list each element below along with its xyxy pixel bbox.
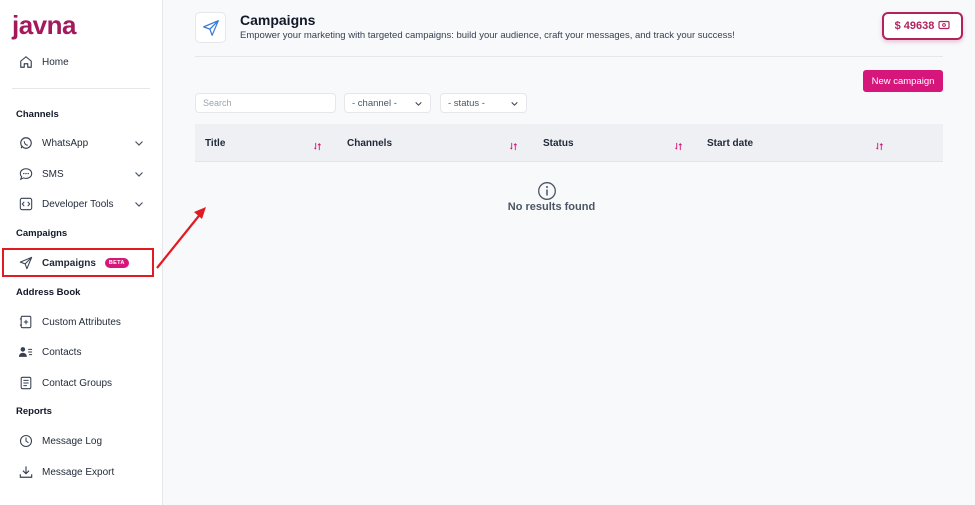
sidebar-item-sms[interactable]: SMS xyxy=(0,160,162,188)
column-header-status[interactable]: Status xyxy=(543,124,574,162)
highlight-box xyxy=(2,248,154,277)
sidebar-item-label: Home xyxy=(42,56,69,68)
custom-attributes-icon xyxy=(18,315,33,330)
table-header: Title Channels Status Start date xyxy=(195,124,943,162)
campaigns-header-icon xyxy=(195,12,226,43)
sidebar-item-label: Message Log xyxy=(42,435,103,447)
header-divider xyxy=(195,56,943,57)
sidebar-item-home[interactable]: Home xyxy=(0,48,162,76)
main-content: Campaigns Empower your marketing with ta… xyxy=(163,0,975,505)
download-icon xyxy=(18,465,33,480)
column-header-channels[interactable]: Channels xyxy=(347,124,392,162)
sms-icon xyxy=(18,167,33,182)
column-header-start-date[interactable]: Start date xyxy=(707,124,753,162)
status-select[interactable]: - status - xyxy=(440,93,527,113)
channel-select[interactable]: - channel - xyxy=(344,93,431,113)
javna-logo[interactable]: javna xyxy=(12,10,77,41)
wallet-icon xyxy=(938,20,950,33)
sidebar-item-label: SMS xyxy=(42,168,64,180)
section-title-channels: Channels xyxy=(16,109,59,120)
sidebar-item-label: Developer Tools xyxy=(42,198,114,210)
contacts-icon xyxy=(18,345,33,360)
clock-icon xyxy=(18,434,33,449)
column-header-title[interactable]: Title xyxy=(205,124,225,162)
sidebar-item-custom-attributes[interactable]: Custom Attributes xyxy=(0,308,162,336)
balance-badge[interactable]: $ 49638 xyxy=(882,12,963,40)
chevron-down-icon xyxy=(510,100,519,111)
section-title-address-book: Address Book xyxy=(16,287,81,298)
sidebar-item-label: Contact Groups xyxy=(42,377,113,389)
sort-icon[interactable] xyxy=(875,138,884,156)
sidebar: javna Home Channels WhatsApp SMS Develop… xyxy=(0,0,163,505)
contact-groups-icon xyxy=(18,376,33,391)
sidebar-item-developer-tools[interactable]: Developer Tools xyxy=(0,190,162,218)
sort-icon[interactable] xyxy=(509,138,518,156)
chevron-down-icon[interactable] xyxy=(134,169,144,182)
page-title: Campaigns xyxy=(240,12,316,28)
sort-icon[interactable] xyxy=(674,138,683,156)
sidebar-divider xyxy=(12,88,150,89)
sidebar-item-whatsapp[interactable]: WhatsApp xyxy=(0,129,162,157)
sidebar-item-message-export[interactable]: Message Export xyxy=(0,458,162,486)
status-select-value: - status - xyxy=(448,97,485,109)
sidebar-item-label: Contacts xyxy=(42,346,82,358)
page-subtitle: Empower your marketing with targeted cam… xyxy=(240,30,735,41)
home-icon xyxy=(18,55,33,70)
sidebar-item-label: WhatsApp xyxy=(42,137,89,149)
search-input[interactable] xyxy=(195,93,336,113)
chevron-down-icon[interactable] xyxy=(134,199,144,212)
whatsapp-icon xyxy=(18,136,33,151)
empty-state-text: No results found xyxy=(507,201,596,213)
sidebar-item-contact-groups[interactable]: Contact Groups xyxy=(0,369,162,397)
chevron-down-icon xyxy=(414,100,423,111)
new-campaign-button[interactable]: New campaign xyxy=(863,70,943,92)
sidebar-item-contacts[interactable]: Contacts xyxy=(0,338,162,366)
sidebar-item-label: Message Export xyxy=(42,466,115,478)
sidebar-item-label: Custom Attributes xyxy=(42,316,121,328)
annotation-arrow xyxy=(156,207,206,269)
channel-select-value: - channel - xyxy=(352,97,397,109)
sort-icon[interactable] xyxy=(313,138,322,156)
code-icon xyxy=(18,197,33,212)
sidebar-item-message-log[interactable]: Message Log xyxy=(0,427,162,455)
chevron-down-icon[interactable] xyxy=(134,138,144,151)
section-title-reports: Reports xyxy=(16,406,52,417)
section-title-campaigns: Campaigns xyxy=(16,228,68,239)
balance-value: $ 49638 xyxy=(894,20,935,32)
